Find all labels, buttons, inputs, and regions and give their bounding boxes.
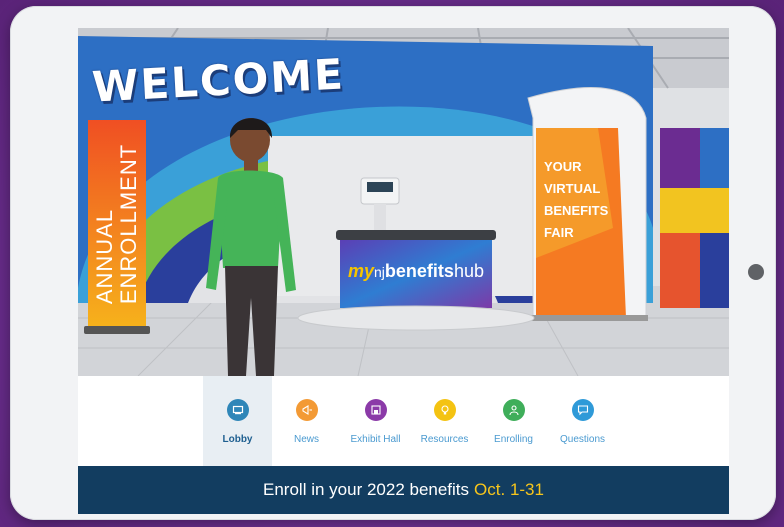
- main-nav: Lobby News Exhibit Hall Resources Enroll…: [78, 376, 729, 466]
- nav-label-questions: Questions: [559, 434, 606, 445]
- exhibit-booth-icon: [365, 399, 387, 421]
- lightbulb-icon: [434, 399, 456, 421]
- nav-item-exhibit-hall[interactable]: Exhibit Hall: [341, 376, 410, 466]
- home-button[interactable]: [748, 264, 764, 280]
- tablet-frame: WELCOME ANNUAL ENROLLMENT YOUR VIRTUAL B…: [10, 6, 776, 520]
- footer-text: Enroll in your 2022 benefits: [263, 480, 470, 499]
- fair-line-3: BENEFITS: [544, 203, 609, 218]
- nav-item-questions[interactable]: Questions: [548, 376, 617, 466]
- app-screen: WELCOME ANNUAL ENROLLMENT YOUR VIRTUAL B…: [78, 28, 729, 514]
- fair-line-4: FAIR: [544, 225, 574, 240]
- nav-item-enrolling[interactable]: Enrolling: [479, 376, 548, 466]
- chat-icon: [572, 399, 594, 421]
- footer-dates: Oct. 1-31: [474, 480, 544, 499]
- nav-label-news: News: [293, 434, 319, 445]
- annual-enrollment-banner: ANNUAL ENROLLMENT: [88, 120, 146, 328]
- lobby-scene: WELCOME ANNUAL ENROLLMENT YOUR VIRTUAL B…: [78, 28, 729, 376]
- nav-label-resources: Resources: [420, 434, 469, 445]
- lobby-icon: [227, 399, 249, 421]
- nav-label-exhibit-hall: Exhibit Hall: [350, 434, 401, 445]
- virtual-fair-sign: YOUR VIRTUAL BENEFITS FAIR: [544, 156, 614, 244]
- fair-line-1: YOUR: [544, 159, 582, 174]
- megaphone-icon: [296, 399, 318, 421]
- mynjbenefitshub-logo: mynjbenefitshub: [348, 261, 498, 282]
- logo-my: my: [348, 261, 375, 281]
- fair-line-2: VIRTUAL: [544, 181, 601, 196]
- nav-label-lobby: Lobby: [222, 434, 253, 445]
- logo-hub: hub: [453, 261, 484, 281]
- nav-item-resources[interactable]: Resources: [410, 376, 479, 466]
- banner-line-1: ANNUAL: [92, 208, 118, 305]
- logo-benefits: benefits: [384, 261, 454, 281]
- nav-item-news[interactable]: News: [272, 376, 341, 466]
- nav-label-enrolling: Enrolling: [494, 434, 533, 445]
- enrollment-footer: Enroll in your 2022 benefits Oct. 1-31: [78, 466, 729, 514]
- logo-nj: nj: [374, 264, 385, 280]
- people-icon: [503, 399, 525, 421]
- banner-line-2: ENROLLMENT: [116, 143, 142, 305]
- nav-item-lobby[interactable]: Lobby: [203, 376, 272, 466]
